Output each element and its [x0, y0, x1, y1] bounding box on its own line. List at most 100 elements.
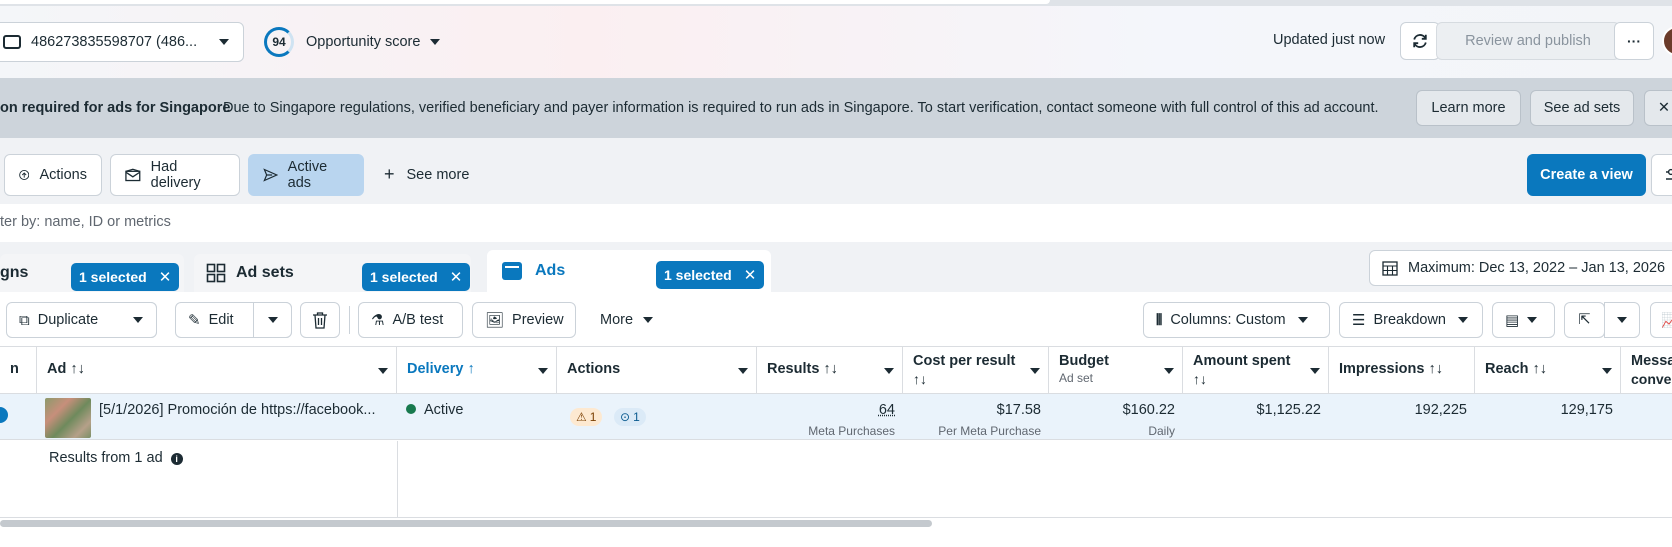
level-tabs: gns 1 selected ✕ Ad sets 1 selected ✕ Ads …: [0, 242, 1672, 292]
results-value[interactable]: 64: [879, 402, 895, 418]
breakdown-button[interactable]: ☰ Breakdown: [1339, 302, 1483, 338]
tab-ad-sets-label: Ad sets: [236, 264, 294, 281]
chevron-down-icon[interactable]: [1310, 368, 1320, 374]
chevron-down-icon: [643, 317, 654, 323]
col-header-messaging[interactable]: Messa conve: [1621, 347, 1672, 393]
col-header-impressions[interactable]: Impressions ↑↓: [1329, 347, 1475, 393]
results-summary-label: Results from 1 ad: [49, 450, 163, 466]
avatar[interactable]: [1662, 26, 1672, 56]
see-ad-sets-button[interactable]: See ad sets: [1530, 90, 1634, 126]
refresh-button[interactable]: [1400, 22, 1440, 60]
tab-campaigns[interactable]: gns 1 selected ✕: [0, 254, 184, 292]
close-icon: ✕: [1657, 100, 1671, 116]
results-type: Meta Purchases: [808, 424, 895, 438]
chevron-down-icon[interactable]: [538, 368, 548, 374]
see-more-button[interactable]: + See more: [384, 164, 469, 185]
export-button[interactable]: ⇱: [1564, 302, 1605, 338]
col-header-0[interactable]: n: [0, 347, 37, 393]
ab-test-button[interactable]: ⚗ A/B test: [358, 302, 463, 338]
chevron-down-icon[interactable]: [884, 368, 894, 374]
col-header-ad[interactable]: Ad ↑↓: [37, 347, 397, 393]
preview-button[interactable]: 🖼 Preview: [472, 302, 576, 338]
horizontal-scrollbar[interactable]: [0, 520, 932, 527]
row-select-toggle[interactable]: [0, 407, 8, 423]
campaigns-selected-pill[interactable]: 1 selected ✕: [71, 263, 180, 291]
col-header-actions[interactable]: Actions: [557, 347, 757, 393]
close-icon[interactable]: ✕: [159, 268, 172, 286]
col-header-reach[interactable]: Reach ↑↓: [1475, 347, 1621, 393]
opportunity-score-dropdown[interactable]: 94 Opportunity score: [264, 26, 441, 58]
ad-name-link[interactable]: [5/1/2026] Promoción de https://facebook…: [99, 394, 389, 440]
image-icon: 🖼: [485, 312, 505, 329]
verification-banner: on required for ads for Singapore Due to…: [0, 78, 1672, 138]
duplicate-label: Duplicate: [37, 312, 99, 328]
more-menu-button[interactable]: More: [588, 302, 668, 338]
info-icon[interactable]: i: [170, 453, 183, 465]
more-options-button[interactable]: ···: [1614, 22, 1654, 60]
delivery-status-label: Active: [424, 402, 464, 418]
account-selector[interactable]: 486273835598707 (486...: [0, 22, 244, 62]
flask-icon: ⚗: [371, 312, 385, 329]
col-header-delivery[interactable]: Delivery ↑: [397, 347, 557, 393]
chevron-down-icon[interactable]: [378, 368, 388, 374]
columns-icon: ⫴: [1156, 311, 1163, 329]
tab-ad-sets[interactable]: Ad sets 1 selected ✕: [194, 254, 471, 292]
ad-thumbnail[interactable]: [45, 398, 91, 438]
export-dropdown[interactable]: [1604, 302, 1640, 338]
close-banner-button[interactable]: ✕: [1644, 90, 1672, 126]
col-header-budget[interactable]: Budget Ad set: [1049, 347, 1183, 393]
chip-had-delivery[interactable]: Had delivery: [110, 154, 240, 196]
edit-dropdown[interactable]: [253, 302, 292, 338]
charts-button[interactable]: 📈: [1650, 302, 1672, 338]
amount-spent-cell: $1,125.22: [1256, 402, 1321, 418]
chevron-down-icon: [1458, 317, 1468, 323]
learn-more-button[interactable]: Learn more: [1416, 90, 1521, 126]
columns-label: Columns: Custom: [1170, 312, 1286, 328]
chevron-down-icon: [430, 39, 441, 45]
calendar-icon: [1382, 261, 1398, 276]
delete-button[interactable]: [300, 302, 340, 338]
chip-actions-label: Actions: [39, 167, 87, 183]
date-range-picker[interactable]: Maximum: Dec 13, 2022 – Jan 13, 2026: [1369, 250, 1672, 286]
close-icon[interactable]: ✕: [744, 266, 757, 284]
pencil-icon: ✎: [188, 312, 201, 329]
chip-active-ads[interactable]: Active ads: [248, 154, 364, 196]
warning-icon: ⚠: [576, 410, 587, 424]
chevron-down-icon: [267, 317, 278, 323]
chevron-down-icon[interactable]: [1164, 368, 1174, 374]
budget-value: $160.22: [1122, 402, 1175, 418]
col-header-reach-label: Reach ↑↓: [1485, 361, 1548, 377]
columns-button[interactable]: ⫴ Columns: Custom: [1143, 302, 1330, 338]
duplicate-icon: ⧉: [19, 311, 30, 329]
warning-badge[interactable]: ⚠ 1: [570, 408, 603, 426]
chevron-down-icon[interactable]: [1030, 368, 1040, 374]
ads-selected-pill[interactable]: 1 selected ✕: [656, 261, 765, 289]
reports-button[interactable]: ▤: [1492, 302, 1555, 338]
create-a-view-button[interactable]: Create a view: [1527, 154, 1646, 196]
view-chips-row: Actions Had delivery Active ads + See mo…: [0, 138, 1672, 204]
col-header-cost-per-result[interactable]: Cost per result ↑↓: [903, 347, 1049, 393]
table-row[interactable]: [5/1/2026] Promoción de https://facebook…: [0, 394, 1672, 440]
col-header-results[interactable]: Results ↑↓: [757, 347, 903, 393]
opportunity-score-label: Opportunity score: [306, 34, 421, 50]
close-icon[interactable]: ✕: [450, 268, 463, 286]
delivery-status: Active: [406, 394, 556, 440]
chevron-down-icon[interactable]: [738, 368, 748, 374]
duplicate-dropdown[interactable]: [120, 302, 157, 338]
budget-type: Daily: [1148, 424, 1175, 438]
column-divider: [397, 441, 398, 518]
budget-cell: $160.22 Daily: [1049, 394, 1183, 440]
ad-sets-selected-pill[interactable]: 1 selected ✕: [362, 263, 471, 291]
chevron-down-icon[interactable]: [1602, 368, 1612, 374]
tab-ads[interactable]: Ads 1 selected ✕: [487, 250, 771, 292]
col-header-amount-spent[interactable]: Amount spent ↑↓: [1183, 347, 1329, 393]
review-and-publish-button[interactable]: Review and publish: [1436, 22, 1620, 60]
tab-campaigns-label: gns: [0, 264, 29, 281]
recommendation-badge[interactable]: ⊙ 1: [614, 408, 646, 426]
chip-actions[interactable]: Actions: [4, 154, 102, 196]
search-filter-input[interactable]: ter by: name, ID or metrics: [0, 204, 1672, 242]
chip-active-ads-label: Active ads: [287, 159, 328, 191]
tab-ads-label: Ads: [535, 262, 566, 279]
selected-count: 1 selected: [664, 267, 732, 283]
customize-views-button[interactable]: [1651, 154, 1672, 196]
